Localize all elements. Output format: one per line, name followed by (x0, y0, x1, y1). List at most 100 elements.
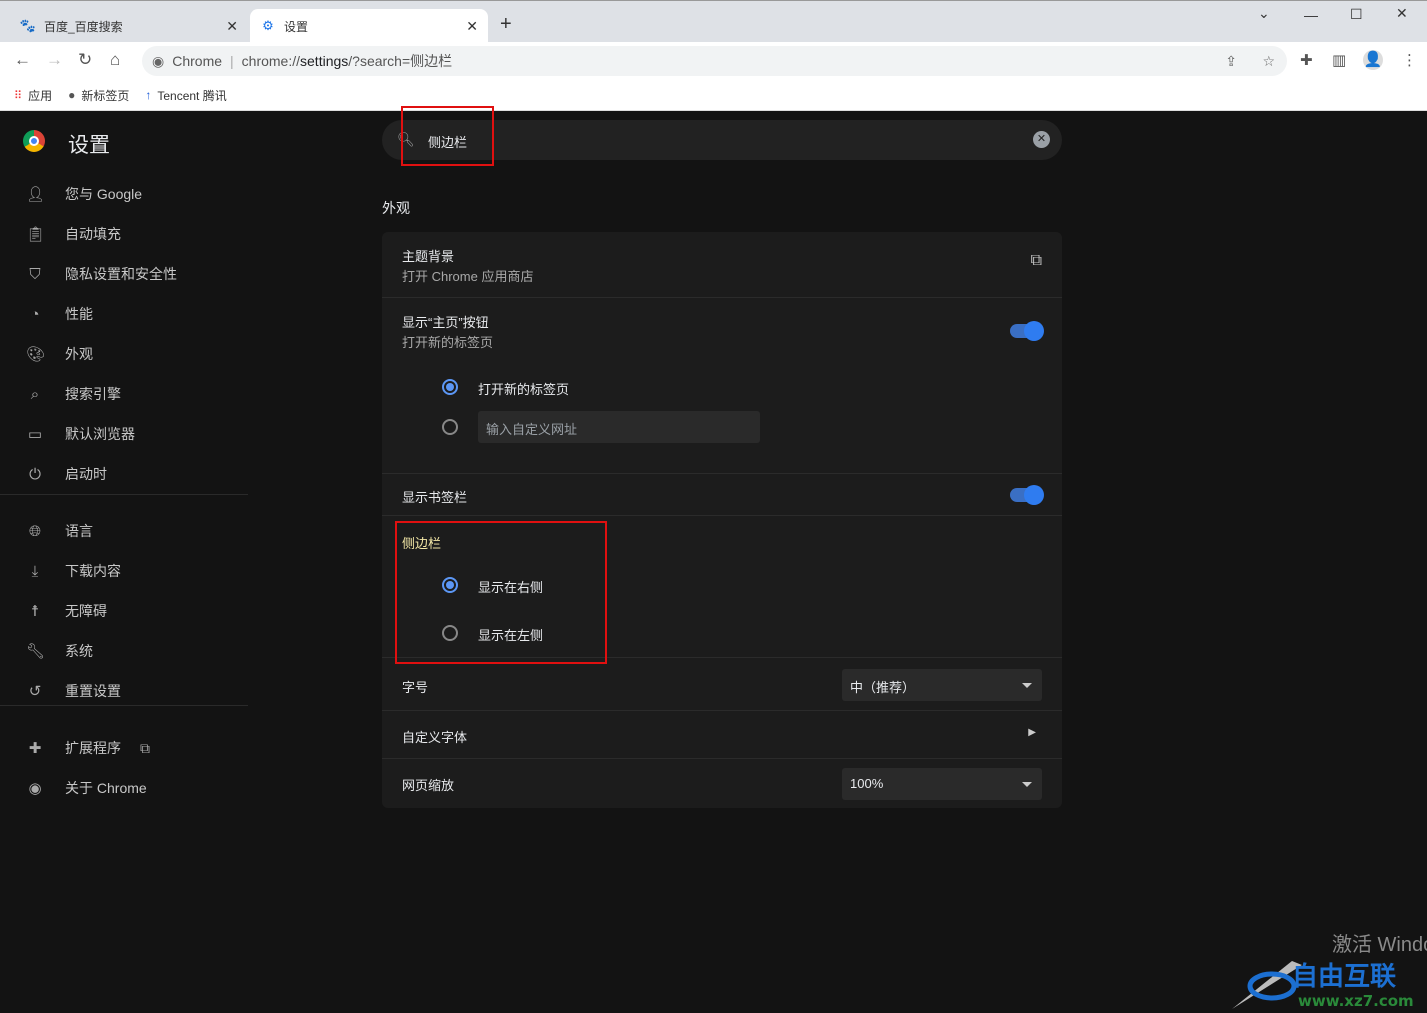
sidebar-item-label: 外观 (65, 346, 93, 362)
sidebar-item-label: 重置设置 (65, 683, 121, 699)
baidu-paw-icon: 🐾 (19, 18, 37, 33)
highlight-box (395, 521, 607, 664)
bookmark-label: 新标签页 (81, 88, 130, 103)
globe-icon: ● (68, 88, 76, 102)
theme-row[interactable]: 主题背景 打开 Chrome 应用商店 ⧉ (382, 232, 1062, 297)
home-button-toggle[interactable] (1010, 321, 1044, 341)
tab-title: 百度_百度搜索 (44, 19, 123, 34)
chrome-icon: ◉ (152, 52, 165, 69)
bookmark-apps[interactable]: ⠿ 应用 (14, 87, 52, 104)
external-link-icon[interactable]: ⧉ (1031, 252, 1042, 270)
close-tab-icon[interactable]: ✕ (226, 18, 238, 35)
bookmark-tencent[interactable]: ↑ Tencent 腾讯 (145, 87, 226, 104)
sidebar-item[interactable]: 🎨︎ 外观 (0, 334, 248, 374)
forward-button[interactable]: → (46, 50, 63, 70)
profile-avatar[interactable]: 👤 (1363, 50, 1383, 70)
bookmark-label: 应用 (28, 88, 53, 103)
sidebar-item[interactable]: ◔ 性能 (0, 294, 248, 334)
wrench-icon: 🔧︎ (26, 643, 46, 660)
page-zoom-select[interactable]: 100% (842, 768, 1042, 800)
chrome-icon: ◉ (28, 780, 42, 797)
sidebar-item[interactable]: 🔧︎ 系统 (0, 631, 248, 671)
sidebar-item-label: 搜索引擎 (65, 386, 121, 402)
back-button[interactable]: ← (14, 50, 31, 70)
section-title: 外观 (382, 200, 410, 216)
radio-newtab[interactable] (442, 379, 458, 395)
bookmarks-bar: ⠿ 应用 ● 新标签页 ↑ Tencent 腾讯 (0, 80, 1427, 111)
sidebar-item-label: 下载内容 (65, 563, 121, 579)
row-title: 显示“主页”按钮 (402, 315, 489, 330)
custom-fonts-row[interactable]: 自定义字体 ▶ (382, 710, 1062, 758)
side-panel-icon[interactable]: ▥ (1332, 51, 1346, 69)
power-icon: ⏻ (29, 465, 41, 483)
radio-custom-url[interactable] (442, 419, 458, 435)
home-button-row: 显示“主页”按钮 打开新的标签页 打开新的标签页 输入自定义网址 (382, 297, 1062, 473)
tab-strip: 🐾 百度_百度搜索 ✕ ⚙ 设置 ✕ + ⌄ — ☐ ✕ (0, 0, 1427, 43)
sidebar-item-label: 无障碍 (65, 603, 107, 619)
close-tab-icon[interactable]: ✕ (466, 18, 478, 35)
sidebar-item[interactable]: 📋︎ 自动填充 (0, 214, 248, 254)
sidebar-item[interactable]: ⏻ 启动时 (0, 454, 248, 494)
address-bar[interactable]: ◉ Chrome | chrome://settings/?search=侧边栏… (142, 46, 1287, 76)
sidebar-item-label: 语言 (65, 523, 93, 539)
minimize-button[interactable]: — (1304, 7, 1318, 23)
clipboard-icon: 📋︎ (26, 226, 46, 243)
chevron-down-icon[interactable]: ⌄ (1258, 5, 1270, 22)
gear-icon: ⚙ (262, 18, 274, 33)
palette-icon: 🎨︎ (26, 346, 46, 363)
sidebar-item[interactable]: ◉ 关于 Chrome (0, 768, 248, 808)
row-title: 网页缩放 (402, 778, 455, 793)
apps-grid-icon: ⠿ (14, 89, 23, 102)
sidebar-item-label: 关于 Chrome (65, 780, 147, 796)
divider (0, 494, 248, 495)
sidebar-item-label: 启动时 (65, 466, 107, 482)
home-button[interactable]: ⌂ (110, 50, 120, 70)
sidebar-item[interactable]: ☨ 无障碍 (0, 591, 248, 631)
svg-text:www.xz7.com: www.xz7.com (1298, 992, 1414, 1010)
sidebar-item-label: 性能 (65, 306, 93, 322)
share-icon[interactable]: ⇪ (1225, 53, 1237, 70)
accessibility-icon: ☨ (30, 603, 40, 620)
new-tab-button[interactable]: + (500, 13, 512, 36)
star-icon[interactable]: ☆ (1262, 53, 1275, 70)
person-icon: 👤︎ (26, 186, 46, 203)
font-size-select[interactable]: 中（推荐） (842, 669, 1042, 701)
maximize-button[interactable]: ☐ (1350, 6, 1363, 23)
sidebar-item-label: 隐私设置和安全性 (65, 266, 177, 282)
sidebar-item[interactable]: 🌐︎ 语言 (0, 511, 248, 551)
sidebar-item-label: 您与 Google (65, 186, 143, 202)
page-zoom-row: 网页缩放 100% (382, 758, 1062, 808)
sidebar-item[interactable]: ⌕ 搜索引擎 (0, 374, 248, 414)
site-watermark-logo: 自由互联 www.xz7.com (1232, 961, 1414, 1010)
bookmark-label: Tencent 腾讯 (157, 88, 227, 103)
tencent-icon: ↑ (145, 88, 152, 102)
menu-icon[interactable]: ⋮ (1402, 51, 1417, 69)
url-host: settings (300, 53, 349, 69)
bookmarks-bar-row[interactable]: 显示书签栏 (382, 473, 1062, 515)
history-icon: ↺ (28, 683, 42, 700)
tab-title: 设置 (284, 19, 309, 34)
font-size-row: 字号 中（推荐） (382, 657, 1062, 710)
tab-baidu[interactable]: 🐾 百度_百度搜索 ✕ (10, 9, 248, 43)
sidebar-item[interactable]: ▭ 默认浏览器 (0, 414, 248, 454)
settings-page: 设置 👤︎ 您与 Google 📋︎ 自动填充 ⛉ 隐私设置和安全性 ◔ 性能 🎨︎ 外观 ⌕ 搜索引… (0, 106, 1427, 1013)
bookmarks-bar-toggle[interactable] (1010, 485, 1044, 505)
sidebar-item[interactable]: ✚ 扩展程序 ⧉ (0, 728, 248, 768)
sidebar-item[interactable]: ⛉ 隐私设置和安全性 (0, 254, 248, 294)
sidebar-item[interactable]: 👤︎ 您与 Google (0, 174, 248, 214)
row-title: 主题背景 (402, 249, 455, 264)
close-window-button[interactable]: ✕ (1396, 5, 1408, 22)
custom-url-input[interactable]: 输入自定义网址 (478, 411, 760, 443)
speedometer-icon: ◔ (30, 305, 40, 323)
sidebar-item[interactable]: ⤓ 下载内容 (0, 551, 248, 591)
appearance-card: 主题背景 打开 Chrome 应用商店 ⧉ 显示“主页”按钮 打开新的标签页 打… (382, 232, 1062, 808)
highlight-box (401, 106, 494, 166)
extensions-icon[interactable]: ✚ (1300, 51, 1313, 69)
reload-button[interactable]: ↻ (78, 50, 92, 70)
clear-search-icon[interactable]: ✕ (1033, 131, 1050, 148)
bookmark-newtab[interactable]: ● 新标签页 (68, 87, 129, 104)
tab-settings[interactable]: ⚙ 设置 ✕ (250, 9, 488, 43)
row-title: 字号 (402, 680, 429, 695)
url-rest: /?search=侧边栏 (348, 53, 453, 69)
chevron-right-icon: ▶ (1028, 727, 1036, 738)
